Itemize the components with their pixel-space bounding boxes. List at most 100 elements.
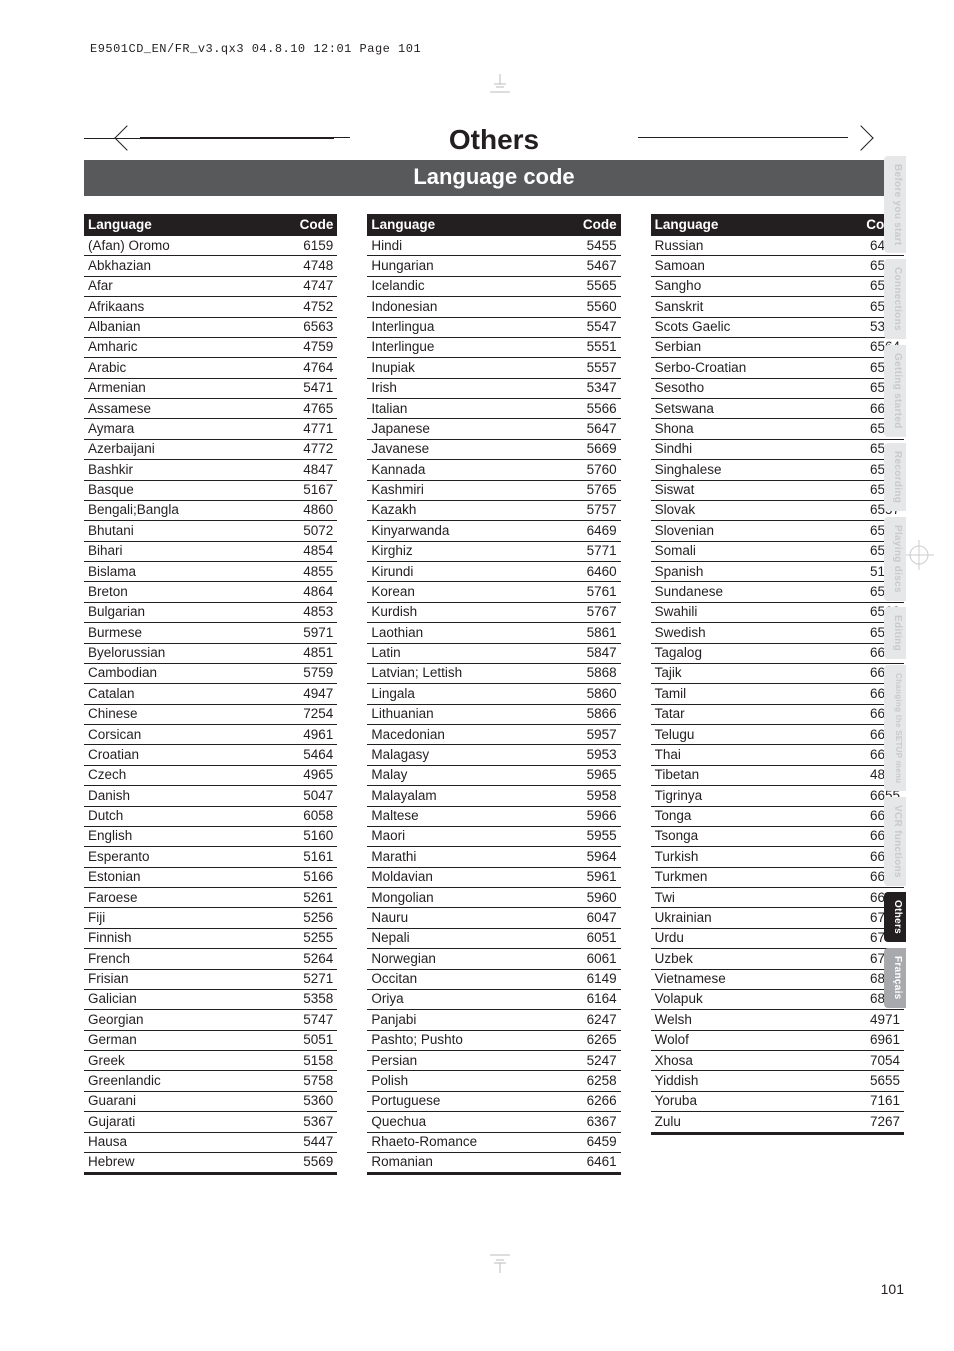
registration-mark xyxy=(904,540,934,570)
title-rule-left xyxy=(140,137,350,138)
table-row: Danish5047 xyxy=(84,786,337,806)
language-name-cell: Portuguese xyxy=(367,1091,568,1111)
side-tab[interactable]: Recording xyxy=(884,443,906,511)
language-name-cell: Tonga xyxy=(651,806,852,826)
table-row: Irish5347 xyxy=(367,378,620,398)
language-code-cell: 7254 xyxy=(285,704,337,724)
language-code-cell: 4864 xyxy=(285,582,337,602)
table-row: Nepali6051 xyxy=(367,928,620,948)
language-code-cell: 5761 xyxy=(569,582,621,602)
table-row: Interlingua5547 xyxy=(367,317,620,337)
table-row: Italian5566 xyxy=(367,399,620,419)
table-row: Tsonga6665 xyxy=(651,826,904,846)
table-row: Siswat6565 xyxy=(651,480,904,500)
language-name-cell: Wolof xyxy=(651,1030,852,1050)
table-row: Quechua6367 xyxy=(367,1112,620,1132)
title-rule-right xyxy=(638,137,848,138)
table-row: Uzbek6772 xyxy=(651,949,904,969)
language-code-cell: 6459 xyxy=(569,1132,621,1152)
table-row: Cambodian5759 xyxy=(84,663,337,683)
side-tab[interactable]: Playing discs xyxy=(884,517,906,601)
table-row: Singhalese6555 xyxy=(651,460,904,480)
table-row: Bislama4855 xyxy=(84,562,337,582)
table-row: Indonesian5560 xyxy=(367,297,620,317)
language-code-cell: 5960 xyxy=(569,888,621,908)
table-row: Estonian5166 xyxy=(84,867,337,887)
language-table-column: LanguageCodeRussian6467Samoan6559Sangho6… xyxy=(651,214,904,1175)
table-row: Catalan4947 xyxy=(84,684,337,704)
language-name-cell: Kurdish xyxy=(367,602,568,622)
language-name-cell: Greenlandic xyxy=(84,1071,285,1091)
table-row: Macedonian5957 xyxy=(367,725,620,745)
language-name-cell: Arabic xyxy=(84,358,285,378)
side-tab[interactable]: Connections xyxy=(884,259,906,339)
side-tab[interactable]: Editing xyxy=(884,607,906,659)
language-name-cell: Corsican xyxy=(84,725,285,745)
table-row: Javanese5669 xyxy=(367,439,620,459)
language-code-cell: 4747 xyxy=(285,276,337,296)
language-code-cell: 7267 xyxy=(852,1112,904,1133)
language-code-cell: 6164 xyxy=(569,989,621,1009)
language-name-cell: Kannada xyxy=(367,460,568,480)
language-code-cell: 4855 xyxy=(285,562,337,582)
language-code-cell: 5160 xyxy=(285,826,337,846)
table-row: Tajik6653 xyxy=(651,663,904,683)
language-name-cell: Aymara xyxy=(84,419,285,439)
table-row: Thai6654 xyxy=(651,745,904,765)
language-code-cell: 4961 xyxy=(285,725,337,745)
language-name-cell: Tagalog xyxy=(651,643,852,663)
side-tab[interactable]: Changing the SETUP menu xyxy=(884,665,906,791)
table-row: Moldavian5961 xyxy=(367,867,620,887)
side-tab[interactable]: Getting started xyxy=(884,345,906,437)
language-name-cell: Cambodian xyxy=(84,663,285,683)
side-tab[interactable]: VCR functions xyxy=(884,797,906,886)
table-row: Occitan6149 xyxy=(367,969,620,989)
language-name-cell: Amharic xyxy=(84,337,285,357)
table-row: Kirghiz5771 xyxy=(367,541,620,561)
side-tab[interactable]: Français xyxy=(884,948,906,1008)
language-name-cell: Moldavian xyxy=(367,867,568,887)
language-code-cell: 4759 xyxy=(285,337,337,357)
language-code-cell: 5551 xyxy=(569,337,621,357)
language-name-cell: Bihari xyxy=(84,541,285,561)
language-name-cell: Malayalam xyxy=(367,786,568,806)
language-code-cell: 4971 xyxy=(852,1010,904,1030)
language-name-cell: Esperanto xyxy=(84,847,285,867)
table-row: Turkmen6657 xyxy=(651,867,904,887)
language-name-cell: Spanish xyxy=(651,562,852,582)
language-name-cell: Norwegian xyxy=(367,949,568,969)
language-code-cell: 6460 xyxy=(569,562,621,582)
language-code-cell: 5759 xyxy=(285,663,337,683)
table-row: Tibetan4861 xyxy=(651,765,904,785)
language-name-cell: Abkhazian xyxy=(84,256,285,276)
language-name-cell: Siswat xyxy=(651,480,852,500)
language-code-cell: 5367 xyxy=(285,1112,337,1132)
table-row: Chinese7254 xyxy=(84,704,337,724)
table-row: Byelorussian4851 xyxy=(84,643,337,663)
table-row: Sundanese6567 xyxy=(651,582,904,602)
language-code-cell: 5565 xyxy=(569,276,621,296)
language-name-cell: Icelandic xyxy=(367,276,568,296)
language-name-cell: Vietnamese xyxy=(651,969,852,989)
language-name-cell: Bengali;Bangla xyxy=(84,500,285,520)
language-code-cell: 5965 xyxy=(569,765,621,785)
language-name-cell: Macedonian xyxy=(367,725,568,745)
language-code-cell: 5847 xyxy=(569,643,621,663)
language-code-cell: 5861 xyxy=(569,623,621,643)
side-tab[interactable]: Before you start xyxy=(884,156,906,253)
language-name-cell: Croatian xyxy=(84,745,285,765)
table-row: Tigrinya6655 xyxy=(651,786,904,806)
table-row: Greenlandic5758 xyxy=(84,1071,337,1091)
language-name-cell: Serbo-Croatian xyxy=(651,358,852,378)
side-tab[interactable]: Others xyxy=(884,892,906,942)
language-table-column: LanguageCode(Afan) Oromo6159Abkhazian474… xyxy=(84,214,337,1175)
language-code-cell: 5866 xyxy=(569,704,621,724)
language-name-cell: Panjabi xyxy=(367,1010,568,1030)
language-name-cell: Afar xyxy=(84,276,285,296)
language-name-cell: Ukrainian xyxy=(651,908,852,928)
language-name-cell: Burmese xyxy=(84,623,285,643)
language-name-cell: Hungarian xyxy=(367,256,568,276)
language-name-cell: Malagasy xyxy=(367,745,568,765)
language-code-cell: 4851 xyxy=(285,643,337,663)
crop-mark-bottom xyxy=(488,1249,512,1277)
